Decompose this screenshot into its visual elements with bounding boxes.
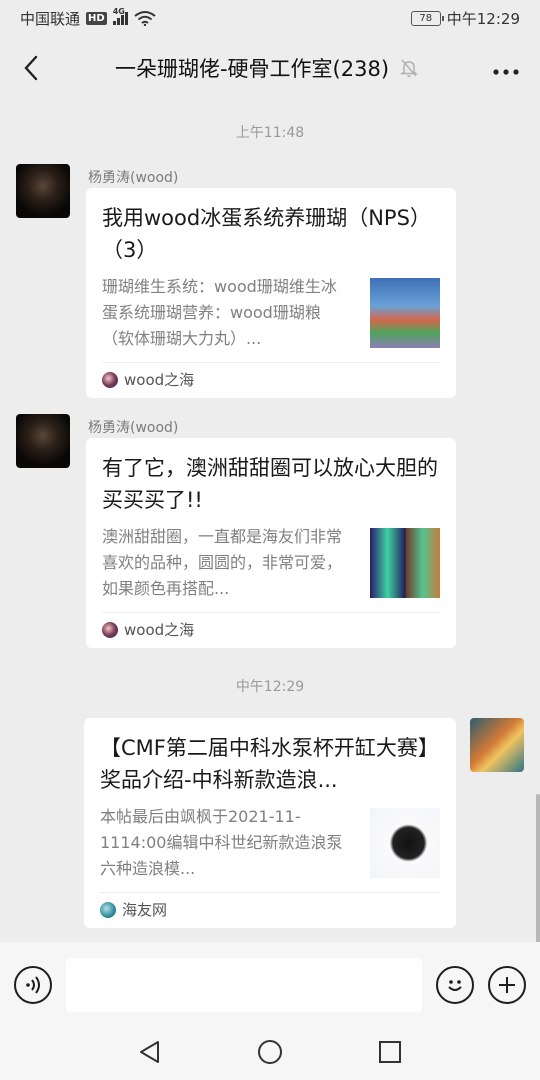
shared-article-card[interactable]: 我用wood冰蛋系统养珊瑚（NPS）（3） 珊瑚维生系统：wood珊瑚维生冰蛋系… (86, 188, 456, 398)
voice-icon (26, 976, 40, 994)
ellipsis-icon (493, 69, 519, 75)
source-logo-icon (102, 621, 118, 638)
more-button[interactable] (488, 54, 524, 82)
chevron-left-icon (24, 55, 38, 81)
chat-title: 一朵珊瑚佬-硬骨工作室(238) (114, 57, 390, 81)
battery-icon: 78 (410, 10, 444, 26)
article-source: 海友网 (100, 892, 440, 926)
emoji-button[interactable] (436, 966, 474, 1004)
bell-off-icon (399, 59, 419, 77)
triangle-back-icon (139, 1041, 159, 1063)
chat-header: 一朵珊瑚佬-硬骨工作室(238) (0, 36, 540, 100)
shared-article-card[interactable]: 【CMF第二届中科水泵杯开缸大赛】奖品介绍-中科新款造浪... 本帖最后由飒枫于… (84, 718, 456, 928)
article-thumbnail (370, 808, 440, 878)
article-description: 本帖最后由飒枫于2021-11-1114:00编辑中科世纪新款造浪泵六种造浪模.… (100, 807, 343, 878)
nav-recents-button[interactable] (378, 1040, 402, 1068)
sender-name: 杨勇涛(wood) (88, 420, 179, 436)
my-avatar[interactable] (470, 718, 524, 772)
signal-icon: 4G (112, 7, 128, 25)
article-description: 澳洲甜甜圈，一直都是海友们非常喜欢的品种，圆圆的，非常可爱，如果颜色再搭配... (102, 527, 343, 598)
hd-badge: HD (86, 11, 107, 25)
article-thumbnail (370, 528, 440, 598)
sender-name: 杨勇涛(wood) (88, 170, 179, 186)
source-logo-icon (102, 371, 118, 388)
square-recents-icon (379, 1041, 402, 1063)
source-logo-icon (100, 901, 116, 918)
article-title: 我用wood冰蛋系统养珊瑚（NPS）（3） (102, 206, 431, 262)
source-name: 海友网 (122, 901, 168, 919)
message-input[interactable] (66, 958, 422, 1012)
article-source: wood之海 (102, 612, 440, 646)
plus-button[interactable] (488, 966, 526, 1004)
voice-button[interactable] (14, 966, 52, 1004)
article-description: 珊瑚维生系统：wood珊瑚维生冰蛋系统珊瑚营养：wood珊瑚粮（软体珊瑚大力丸）… (102, 277, 337, 348)
emoji-icon (448, 980, 462, 991)
avatar[interactable] (16, 414, 70, 468)
article-thumbnail (370, 278, 440, 348)
nav-back-button[interactable] (138, 1039, 162, 1069)
carrier-label: 中国联通 (20, 9, 81, 28)
system-nav-bar (0, 1028, 540, 1080)
source-name: wood之海 (124, 621, 195, 639)
wifi-icon (134, 11, 156, 26)
article-title: 【CMF第二届中科水泵杯开缸大赛】奖品介绍-中科新款造浪... (100, 736, 439, 792)
scrollbar[interactable] (536, 794, 540, 944)
back-button[interactable] (16, 53, 46, 83)
plus-icon (499, 977, 515, 993)
avatar[interactable] (16, 164, 70, 218)
circle-home-icon (257, 1040, 282, 1064)
nav-home-button[interactable] (257, 1039, 283, 1069)
shared-article-card[interactable]: 有了它，澳洲甜甜圈可以放心大胆的买买买了!! 澳洲甜甜圈，一直都是海友们非常喜欢… (86, 438, 456, 648)
clock: 中午12:29 (446, 9, 520, 28)
source-name: wood之海 (124, 371, 195, 389)
article-title: 有了它，澳洲甜甜圈可以放心大胆的买买买了!! (102, 456, 438, 512)
message-list[interactable]: 上午11:48 杨勇涛(wood) 我用wood冰蛋系统养珊瑚（NPS）（3） … (0, 100, 540, 944)
input-bar (0, 942, 540, 1028)
status-bar: 中国联通 HD 4G 78 中午12:29 (0, 0, 540, 36)
article-source: wood之海 (102, 362, 440, 396)
timestamp: 上午11:48 (235, 125, 305, 141)
timestamp: 中午12:29 (235, 679, 305, 695)
